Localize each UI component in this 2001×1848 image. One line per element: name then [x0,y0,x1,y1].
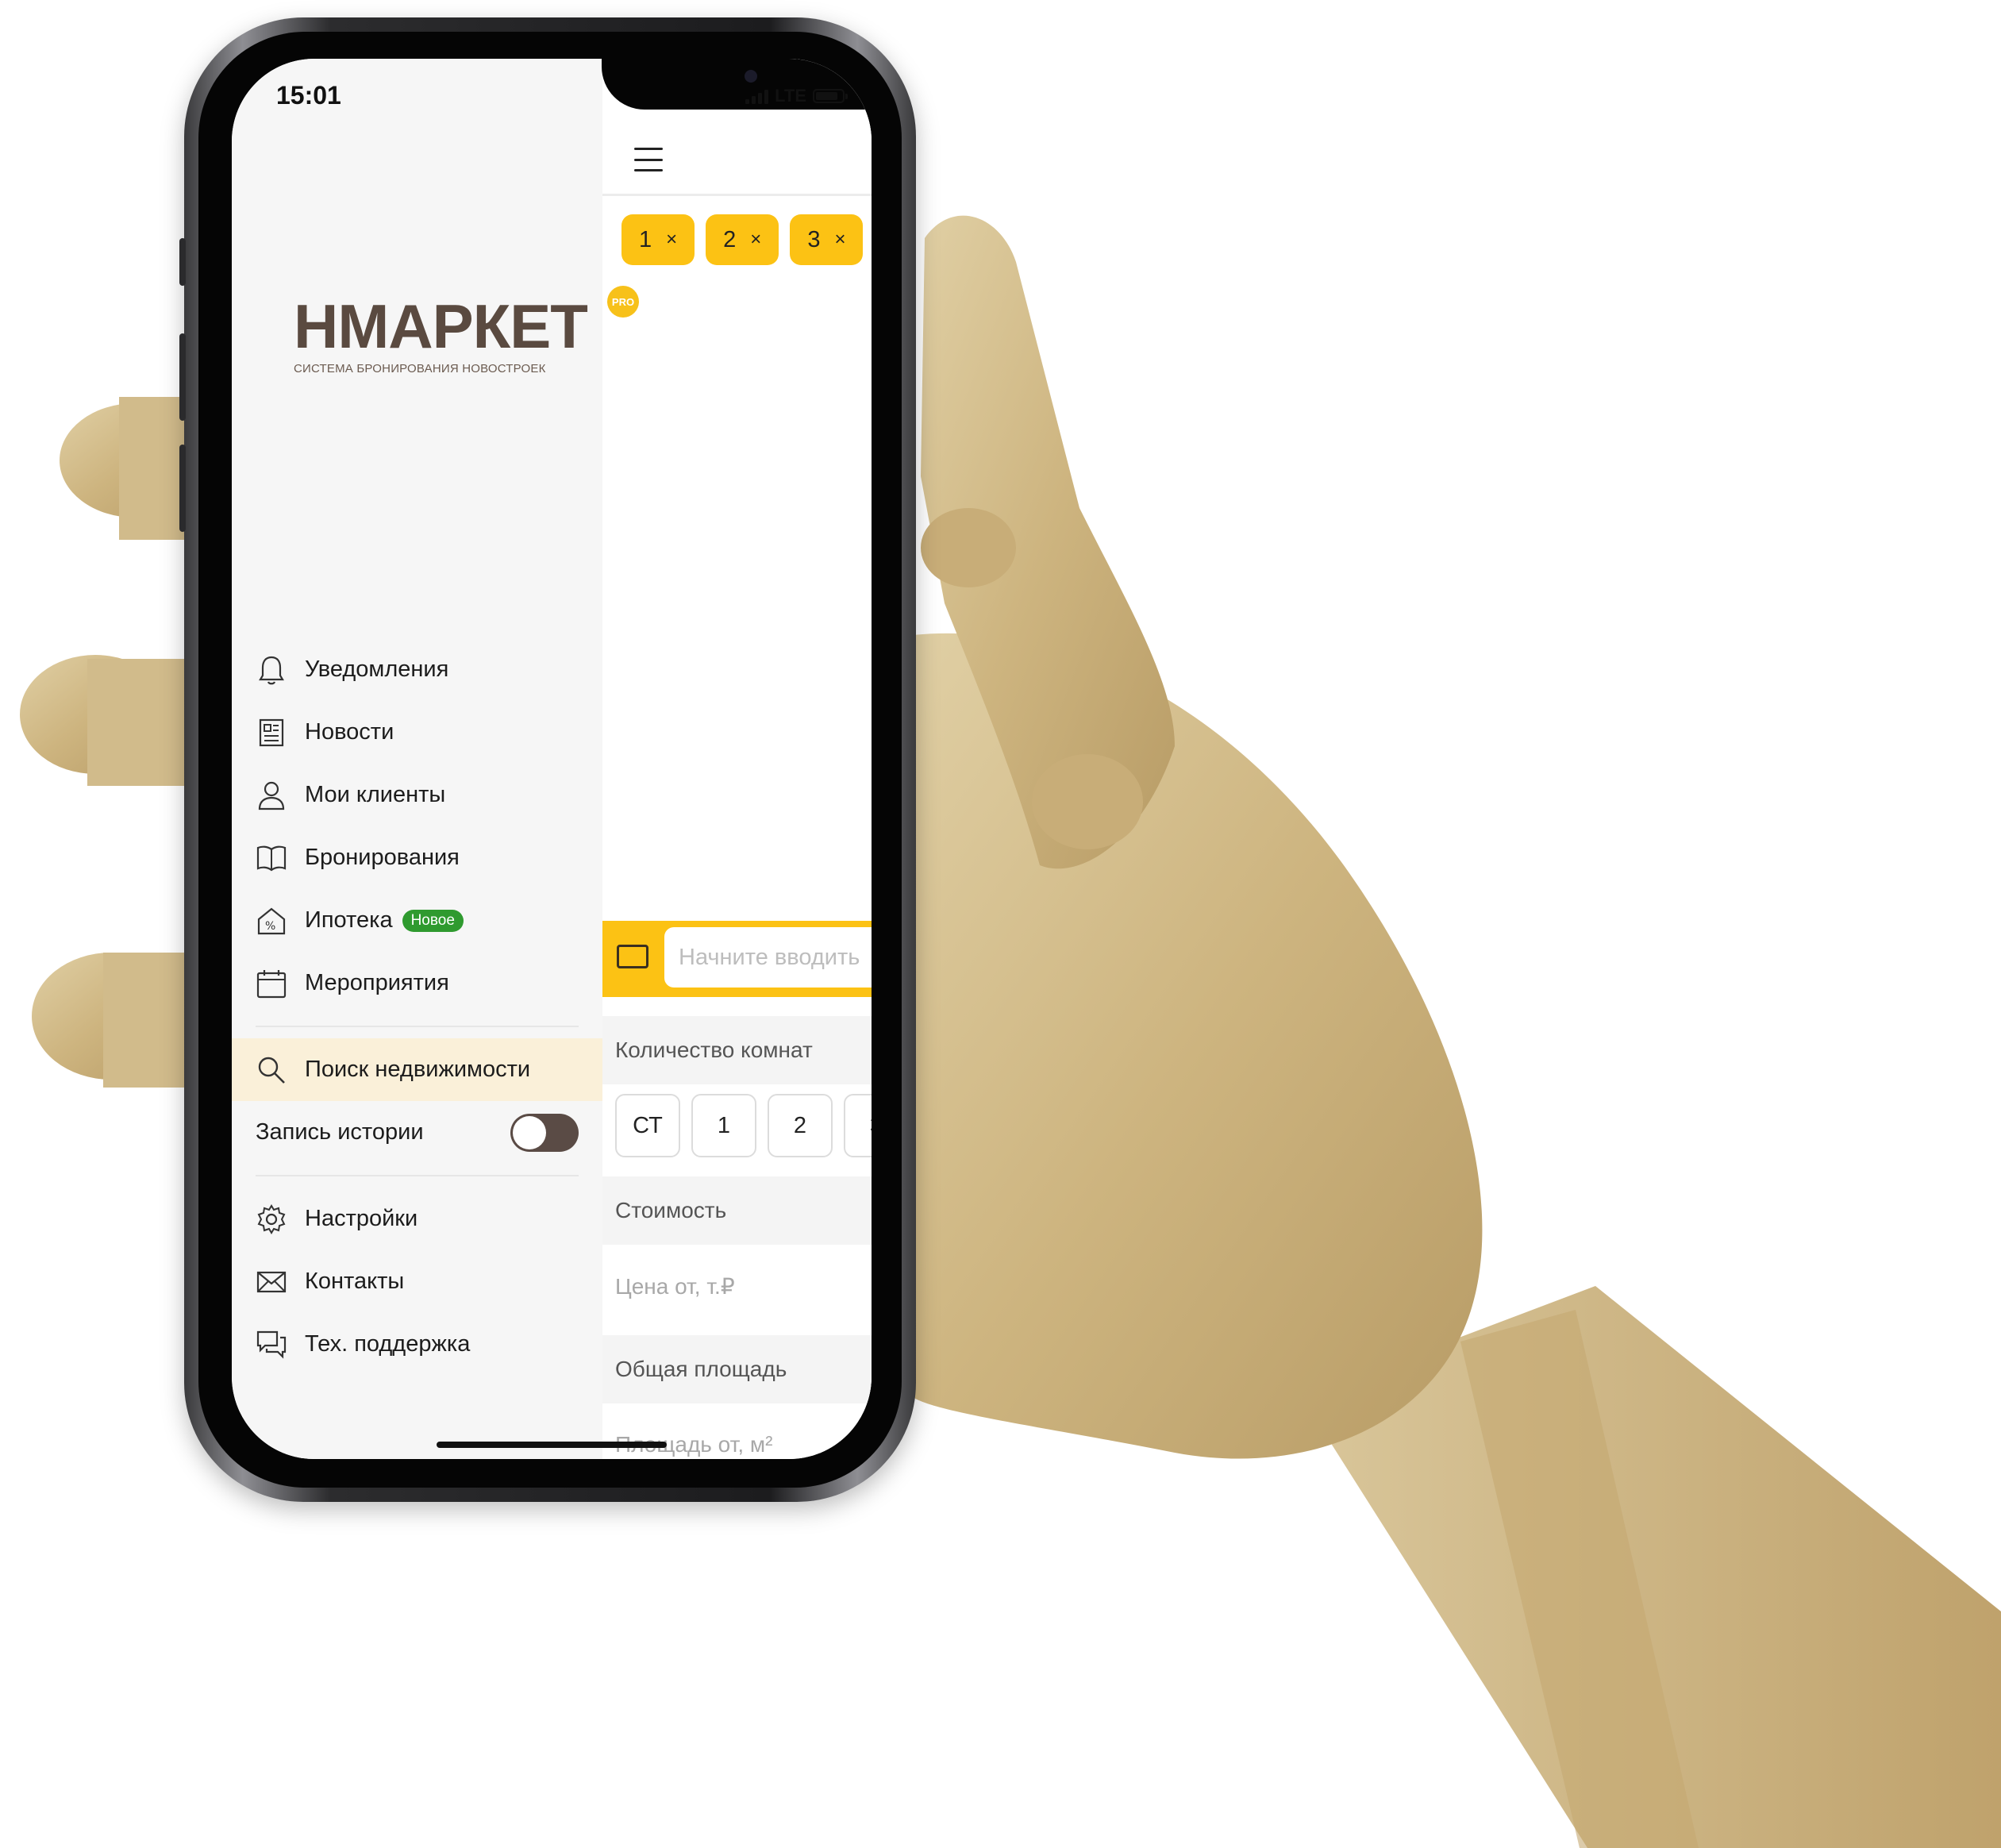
room-option[interactable]: 3 [844,1094,872,1157]
search-panel: 1 × 2 × 3 × Количество комнат СТ 1 2 3 С… [602,59,872,1459]
pro-badge: PRO [607,286,639,318]
menu-item-label: Уведомления [305,656,449,682]
menu-item-events[interactable]: Мероприятия [232,952,602,1014]
network-label: LTE [775,86,806,106]
chip-label: 3 [807,226,821,252]
menu-item-label: Контакты [305,1269,405,1294]
logo-brand: НМАРКЕТ [294,291,588,361]
logo-tagline: СИСТЕМА БРОНИРОВАНИЯ НОВОСТРОЕК [294,362,546,375]
envelope-icon [256,1266,287,1298]
menu-item-label: Поиск недвижимости [305,1057,531,1082]
svg-text:%: % [265,920,275,933]
menu-item-notifications[interactable]: Уведомления [232,638,602,701]
chip-label: 1 [639,226,652,252]
room-option[interactable]: СТ [615,1094,680,1157]
phone-side-button [179,238,186,286]
menu-item-label: Мероприятия [305,970,449,995]
status-time: 15:01 [276,81,341,110]
menu-item-clients[interactable]: Мои клиенты [232,764,602,826]
phone-volume-up [179,333,186,421]
user-icon [256,780,287,811]
signal-icon [745,88,769,104]
app-logo: НМАРКЕТ СИСТЕМА БРОНИРОВАНИЯ НОВОСТРОЕК … [294,286,639,375]
newspaper-icon [256,717,287,749]
history-toggle-row: Запись истории [232,1101,602,1164]
battery-icon [813,89,848,103]
menu-list: Уведомления Новости Мои клиенты Брониров… [232,638,602,1376]
menu-item-label: Ипотека [305,907,393,933]
area-section-title: Общая площадь [602,1335,872,1403]
gear-icon [256,1203,287,1235]
chat-icon [256,1329,287,1361]
filter-chip[interactable]: 2 × [706,214,779,265]
book-icon [256,842,287,874]
menu-item-label: Новости [305,719,394,745]
room-option[interactable]: 1 [691,1094,756,1157]
menu-item-label: Мои клиенты [305,782,446,807]
menu-item-support[interactable]: Тех. поддержка [232,1313,602,1376]
keyboard-icon[interactable] [617,945,648,968]
divider [256,1175,579,1176]
front-camera [856,70,868,83]
menu-item-mortgage[interactable]: % Ипотека Новое [232,889,602,952]
search-input[interactable] [664,927,872,988]
side-menu: НМАРКЕТ СИСТЕМА БРОНИРОВАНИЯ НОВОСТРОЕК … [232,59,639,1459]
search-icon [256,1054,287,1086]
toggle-knob [513,1115,546,1149]
sensor-dot [745,70,757,83]
new-badge: Новое [402,909,464,932]
menu-item-news[interactable]: Новости [232,701,602,764]
hamburger-menu-icon[interactable] [634,148,663,171]
menu-item-label: Бронирования [305,845,460,870]
top-bar [602,119,872,196]
rooms-section-title: Количество комнат [602,1016,872,1084]
phone-volume-down [179,445,186,532]
calendar-icon [256,968,287,999]
room-count-options: СТ 1 2 3 [615,1094,872,1157]
search-bar [602,921,872,997]
menu-item-settings[interactable]: Настройки [232,1188,602,1250]
status-indicators: LTE [745,86,848,106]
close-icon[interactable]: × [750,229,761,251]
bell-icon [256,654,287,686]
close-icon[interactable]: × [666,229,677,251]
divider [256,1026,579,1027]
filter-chip[interactable]: 3 × [790,214,864,265]
phone-screen: 15:01 LTE НМАРКЕТ СИСТЕМА БРОНИРОВАНИЯ Н… [232,59,872,1459]
room-option[interactable]: 2 [768,1094,833,1157]
menu-item-label: Настройки [305,1206,418,1231]
menu-item-label: Тех. поддержка [305,1331,471,1357]
price-from-field[interactable]: Цена от, т.₽ [615,1273,735,1299]
menu-item-property-search[interactable]: Поиск недвижимости [232,1038,602,1101]
history-label: Запись истории [256,1119,424,1145]
history-toggle[interactable] [510,1113,579,1152]
filter-chip[interactable]: 1 × [621,214,695,265]
chip-label: 2 [723,226,737,252]
menu-item-contacts[interactable]: Контакты [232,1250,602,1313]
price-section-title: Стоимость [602,1176,872,1245]
home-indicator [437,1442,667,1448]
filter-chips: 1 × 2 × 3 × [621,214,864,265]
menu-item-bookings[interactable]: Бронирования [232,826,602,889]
mortgage-house-icon: % [256,905,287,937]
close-icon[interactable]: × [834,229,845,251]
